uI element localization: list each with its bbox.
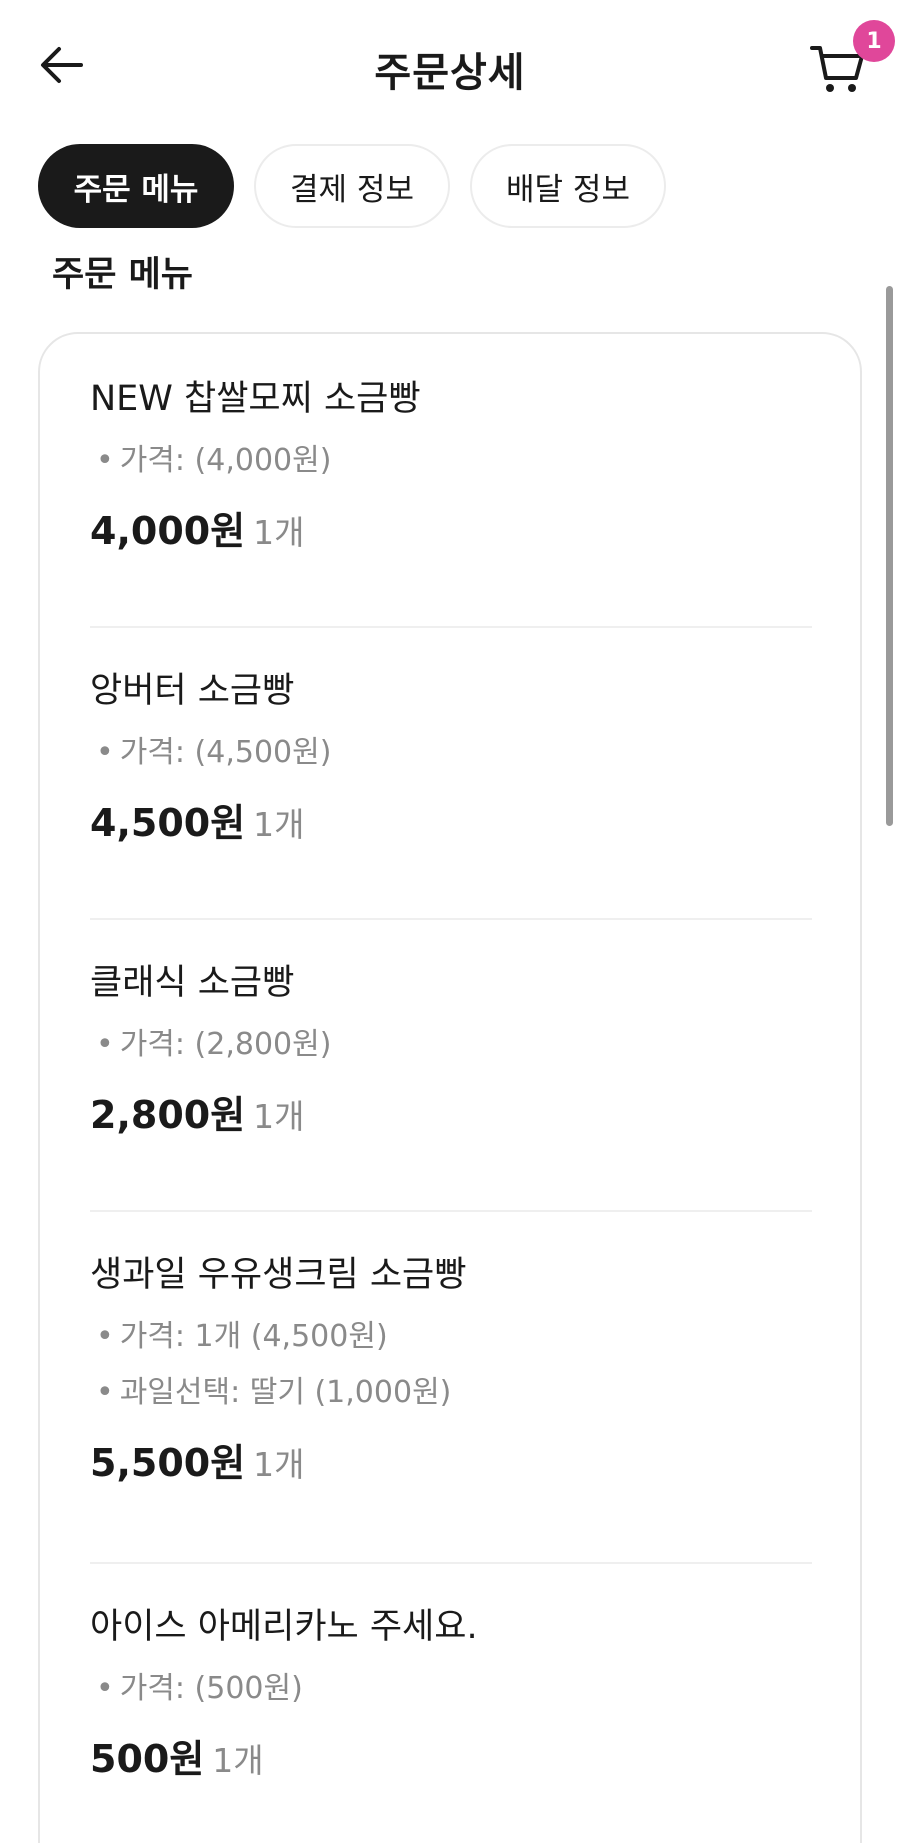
item-total: 2,800원 1개 [90, 1096, 812, 1134]
tab-order-menu[interactable]: 주문 메뉴 [38, 144, 234, 228]
item-quantity: 1개 [212, 1741, 264, 1780]
page-title: 주문상세 [374, 50, 526, 96]
item-quantity: 1개 [253, 1097, 305, 1136]
item-price: 4,500원 [90, 801, 246, 845]
item-option-text: 가격: (4,500원) [119, 735, 332, 770]
item-option: • 가격: (4,000원) [90, 446, 812, 476]
tab-delivery-info[interactable]: 배달 정보 [470, 144, 666, 228]
arrow-left-icon [41, 47, 83, 83]
item-name: 클래식 소금빵 [90, 963, 295, 1003]
order-item: 앙버터 소금빵 • 가격: (4,500원) 4,500원 1개 [90, 671, 812, 843]
back-button[interactable] [36, 40, 86, 90]
item-option-text: 가격: (2,800원) [119, 1027, 332, 1062]
header: 주문상세 1 [0, 0, 900, 132]
item-name: NEW 찹쌀모찌 소금빵 [90, 379, 421, 419]
bullet: • [96, 1375, 114, 1410]
order-detail-screen: 주문상세 1 주문 메뉴 결제 정보 배달 정보 주문 메뉴 NEW 찹쌀모찌 … [0, 0, 900, 1843]
item-option: • 가격: (500원) [90, 1674, 812, 1704]
item-price: 500원 [90, 1737, 205, 1781]
divider [90, 626, 812, 628]
item-total: 4,000원 1개 [90, 512, 812, 550]
item-option-text: 가격: (500원) [119, 1671, 303, 1706]
order-item: NEW 찹쌀모찌 소금빵 • 가격: (4,000원) 4,000원 1개 [90, 379, 812, 551]
item-total: 4,500원 1개 [90, 804, 812, 842]
bullet: • [96, 735, 114, 770]
item-price: 2,800원 [90, 1093, 246, 1137]
scrollbar[interactable] [886, 286, 893, 826]
divider [90, 1562, 812, 1564]
bullet: • [96, 1027, 114, 1062]
tab-bar: 주문 메뉴 결제 정보 배달 정보 [38, 144, 666, 228]
item-quantity: 1개 [253, 1445, 305, 1484]
order-item: 아이스 아메리카노 주세요. • 가격: (500원) 500원 1개 [90, 1607, 812, 1779]
item-option-text: 과일선택: 딸기 (1,000원) [119, 1375, 452, 1410]
item-option: • 가격: 1개 (4,500원) [90, 1322, 812, 1352]
item-total: 5,500원 1개 [90, 1444, 812, 1482]
item-price: 4,000원 [90, 509, 246, 553]
divider [90, 1210, 812, 1212]
item-option: • 가격: (2,800원) [90, 1030, 812, 1060]
item-option: • 가격: (4,500원) [90, 738, 812, 768]
bullet: • [96, 1319, 114, 1354]
order-item: 클래식 소금빵 • 가격: (2,800원) 2,800원 1개 [90, 963, 812, 1135]
item-name: 생과일 우유생크림 소금빵 [90, 1255, 467, 1295]
section-title: 주문 메뉴 [52, 255, 193, 295]
item-quantity: 1개 [253, 513, 305, 552]
item-option-text: 가격: (4,000원) [119, 443, 332, 478]
item-total: 500원 1개 [90, 1740, 812, 1778]
bullet: • [96, 443, 114, 478]
item-quantity: 1개 [253, 805, 305, 844]
item-option: • 과일선택: 딸기 (1,000원) [90, 1378, 812, 1408]
item-option-text: 가격: 1개 (4,500원) [119, 1319, 388, 1354]
item-name: 아이스 아메리카노 주세요. [90, 1607, 478, 1647]
divider [90, 918, 812, 920]
cart-count-badge: 1 [853, 20, 895, 62]
bullet: • [96, 1671, 114, 1706]
item-price: 5,500원 [90, 1441, 246, 1485]
tab-payment-info[interactable]: 결제 정보 [254, 144, 450, 228]
item-name: 앙버터 소금빵 [90, 671, 295, 711]
order-items-card: NEW 찹쌀모찌 소금빵 • 가격: (4,000원) 4,000원 1개 앙버터 … [38, 332, 862, 1843]
order-item: 생과일 우유생크림 소금빵 • 가격: 1개 (4,500원) • 과일선택: 딸기… [90, 1255, 812, 1483]
